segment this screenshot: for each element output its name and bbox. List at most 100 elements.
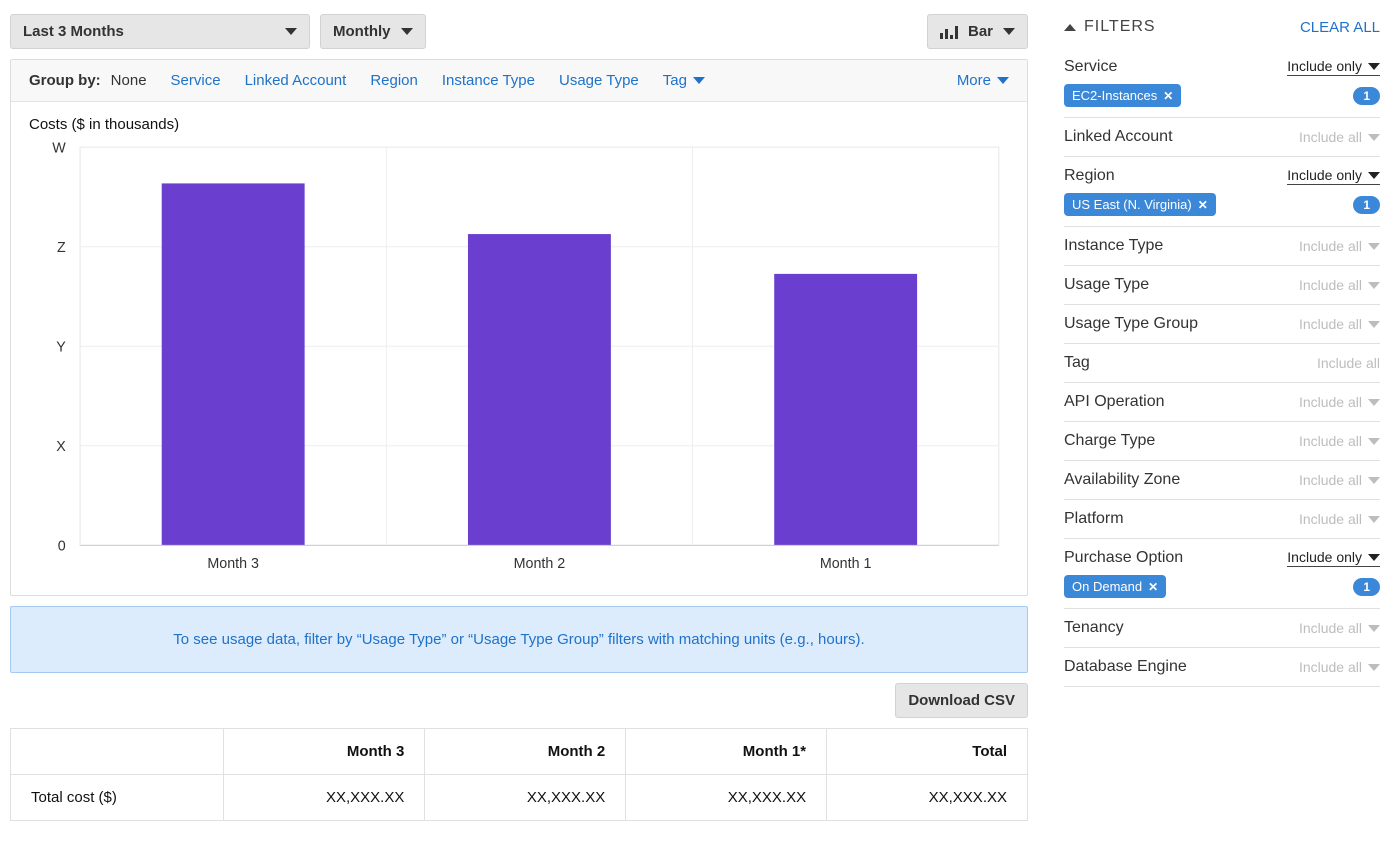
filter-name: Usage Type Group	[1064, 315, 1198, 333]
filter-mode-selector[interactable]: Include only	[1287, 167, 1380, 185]
groupby-current: None	[111, 72, 147, 89]
chart-toolbar: Last 3 Months Monthly Bar	[10, 14, 1028, 49]
filter-row[interactable]: Usage Type Include all	[1064, 266, 1380, 305]
date-range-selector[interactable]: Last 3 Months	[10, 14, 310, 49]
chevron-down-icon	[1368, 63, 1380, 70]
filter-mode-selector[interactable]: Include only	[1287, 549, 1380, 567]
filter-row[interactable]: Region Include only US East (N. Virginia)✕…	[1064, 157, 1380, 227]
chevron-down-icon	[1368, 554, 1380, 561]
groupby-option-usage-type[interactable]: Usage Type	[559, 72, 639, 89]
filter-chip[interactable]: EC2-Instances✕	[1064, 84, 1181, 107]
chart-title: Costs ($ in thousands)	[29, 116, 1009, 133]
filter-name: Region	[1064, 167, 1115, 185]
chevron-up-icon	[1064, 24, 1076, 31]
groupby-more[interactable]: More	[957, 72, 1009, 89]
filter-name: Service	[1064, 58, 1117, 76]
table-cell-month-3: XX,XXX.XX	[224, 775, 425, 821]
filter-row[interactable]: PlatformInclude all	[1064, 500, 1380, 539]
filter-row[interactable]: Service Include only EC2-Instances✕ 1	[1064, 48, 1380, 118]
remove-chip-icon[interactable]: ✕	[1198, 198, 1208, 212]
granularity-selector[interactable]: Monthly	[320, 14, 426, 49]
cost-table: Month 3 Month 2 Month 1* Total Total cos…	[10, 728, 1028, 821]
svg-text:W: W	[52, 140, 66, 156]
filter-mode-selector[interactable]: Include all	[1299, 620, 1380, 636]
svg-text:Y: Y	[56, 339, 66, 355]
filter-row[interactable]: Tenancy Include all	[1064, 609, 1380, 648]
table-header-month-1: Month 1*	[626, 729, 827, 775]
chevron-down-icon	[1368, 282, 1380, 289]
chevron-down-icon	[1368, 172, 1380, 179]
svg-text:Month 1: Month 1	[820, 556, 872, 572]
filter-chip[interactable]: On Demand✕	[1064, 575, 1166, 598]
table-row: Total cost ($) XX,XXX.XX XX,XXX.XX XX,XX…	[11, 775, 1028, 821]
filters-title[interactable]: FILTERS	[1064, 18, 1156, 36]
filters-panel: FILTERS CLEAR ALL Service Include only EC2…	[1064, 14, 1386, 821]
chart-type-label: Bar	[968, 23, 993, 40]
date-range-label: Last 3 Months	[23, 23, 124, 40]
filter-mode-selector[interactable]: Include all	[1299, 511, 1380, 527]
chevron-down-icon	[285, 28, 297, 35]
download-csv-label: Download CSV	[908, 692, 1015, 709]
filter-name: Database Engine	[1064, 658, 1187, 676]
chevron-down-icon	[1368, 399, 1380, 406]
groupby-option-instance-type[interactable]: Instance Type	[442, 72, 535, 89]
chevron-down-icon	[1368, 477, 1380, 484]
chart-type-selector[interactable]: Bar	[927, 14, 1028, 49]
filter-name: API Operation	[1064, 393, 1165, 411]
filter-row[interactable]: Instance Type Include all	[1064, 227, 1380, 266]
filter-name: Instance Type	[1064, 237, 1163, 255]
chevron-down-icon	[1368, 625, 1380, 632]
clear-all-filters[interactable]: CLEAR ALL	[1300, 19, 1380, 36]
groupby-bar: Group by: None Service Linked Account Re…	[11, 60, 1027, 102]
groupby-option-tag[interactable]: Tag	[663, 72, 705, 89]
filter-name: Linked Account	[1064, 128, 1173, 146]
chevron-down-icon	[1368, 321, 1380, 328]
filter-mode-selector[interactable]: Include all	[1299, 433, 1380, 449]
filter-mode-selector[interactable]: Include all	[1299, 394, 1380, 410]
filter-count-badge: 1	[1353, 87, 1380, 105]
filter-mode-selector[interactable]: Include all	[1299, 316, 1380, 332]
groupby-label: Group by:	[29, 72, 101, 89]
svg-text:X: X	[56, 439, 66, 455]
filter-count-badge: 1	[1353, 196, 1380, 214]
filter-mode-selector[interactable]: Include all	[1299, 659, 1380, 675]
filter-name: Usage Type	[1064, 276, 1149, 294]
remove-chip-icon[interactable]: ✕	[1163, 89, 1173, 103]
svg-text:Z: Z	[57, 240, 66, 256]
filter-name: Availability Zone	[1064, 471, 1180, 489]
remove-chip-icon[interactable]: ✕	[1148, 580, 1158, 594]
download-csv-button[interactable]: Download CSV	[895, 683, 1028, 718]
filter-mode-selector[interactable]: Include all	[1299, 472, 1380, 488]
filter-row[interactable]: Charge Type Include all	[1064, 422, 1380, 461]
usage-data-info-banner: To see usage data, filter by “Usage Type…	[10, 606, 1028, 673]
filter-mode-selector[interactable]: Include all	[1299, 129, 1380, 145]
filter-mode-selector[interactable]: Include all	[1299, 238, 1380, 254]
chevron-down-icon	[1368, 664, 1380, 671]
filter-row[interactable]: Tag Include all	[1064, 344, 1380, 383]
table-cell-row-label: Total cost ($)	[11, 775, 224, 821]
chevron-down-icon	[693, 77, 705, 84]
table-cell-month-1: XX,XXX.XX	[626, 775, 827, 821]
filter-row[interactable]: Linked Account Include all	[1064, 118, 1380, 157]
filter-chip[interactable]: US East (N. Virginia)✕	[1064, 193, 1216, 216]
chevron-down-icon	[401, 28, 413, 35]
filter-mode-selector[interactable]: Include all	[1299, 277, 1380, 293]
filter-row[interactable]: Usage Type Group Include all	[1064, 305, 1380, 344]
groupby-option-service[interactable]: Service	[171, 72, 221, 89]
filter-row[interactable]: API Operation Include all	[1064, 383, 1380, 422]
groupby-option-region[interactable]: Region	[370, 72, 418, 89]
filter-row[interactable]: Availability Zone Include all	[1064, 461, 1380, 500]
svg-text:Month 2: Month 2	[514, 556, 566, 572]
filter-name: Tag	[1064, 354, 1090, 372]
filter-mode-selector[interactable]: Include only	[1287, 58, 1380, 76]
groupby-option-linked-account[interactable]: Linked Account	[245, 72, 347, 89]
filter-name: Tenancy	[1064, 619, 1124, 637]
filter-row[interactable]: Purchase OptionInclude onlyOn Demand✕1	[1064, 539, 1380, 609]
filter-mode-selector[interactable]: Include all	[1317, 355, 1380, 371]
table-cell-month-2: XX,XXX.XX	[425, 775, 626, 821]
svg-text:0: 0	[58, 538, 66, 554]
filter-row[interactable]: Database Engine Include all	[1064, 648, 1380, 687]
bar-chart-icon	[940, 25, 958, 39]
filter-name: Charge Type	[1064, 432, 1155, 450]
cost-bar-chart: 0XYZWMonth 3Month 2Month 1	[29, 137, 1009, 586]
